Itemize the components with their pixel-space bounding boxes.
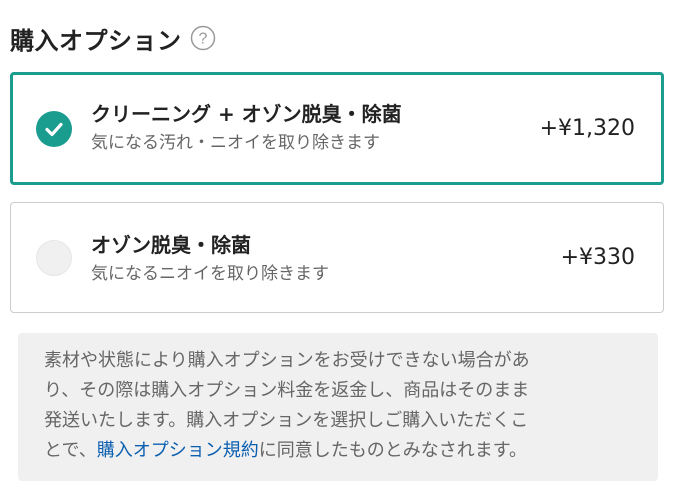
radio-checked-icon[interactable] — [36, 110, 72, 147]
notice-line: 発送いたします。購入オプションを選択しご購入いただくこ — [44, 410, 529, 431]
svg-text:?: ? — [198, 31, 207, 48]
option-description: 気になるニオイを取り除きます — [91, 264, 329, 284]
notice-box: 素材や状態により購入オプションをお受けできない場合があ り、その際は購入オプショ… — [18, 333, 658, 481]
option-text: クリーニング + オゾン脱臭・除菌 気になる汚れ・ニオイを取り除きます — [91, 99, 402, 157]
notice-line: 素材や状態により購入オプションをお受けできない場合があ — [44, 350, 530, 371]
question-circle-icon[interactable]: ? — [190, 25, 216, 51]
terms-link[interactable]: 購入オプション規約 — [97, 440, 259, 461]
option-name: オゾン脱臭・除菌 — [91, 233, 251, 257]
notice-text: に同意したものとみなされます。 — [258, 440, 527, 461]
option-ozone[interactable]: オゾン脱臭・除菌 気になるニオイを取り除きます +¥330 — [10, 202, 664, 313]
section-title: 購入オプション — [10, 26, 182, 55]
option-price: +¥1,320 — [539, 116, 635, 141]
section-header: 購入オプション ? — [10, 20, 216, 56]
radio-unchecked-icon[interactable] — [36, 239, 72, 276]
option-text: オゾン脱臭・除菌 気になるニオイを取り除きます — [91, 230, 329, 288]
notice-line: り、その際は購入オプション料金を返金し、商品はそのまま — [44, 380, 530, 401]
notice-line: とで、購入オプション規約に同意したものとみなされます。 — [44, 436, 636, 466]
option-cleaning-ozone[interactable]: クリーニング + オゾン脱臭・除菌 気になる汚れ・ニオイを取り除きます +¥1,… — [10, 72, 664, 185]
notice-text: とで、 — [44, 440, 97, 461]
option-price: +¥330 — [560, 245, 635, 270]
option-name: クリーニング + オゾン脱臭・除菌 — [91, 102, 402, 126]
option-description: 気になる汚れ・ニオイを取り除きます — [91, 133, 380, 153]
